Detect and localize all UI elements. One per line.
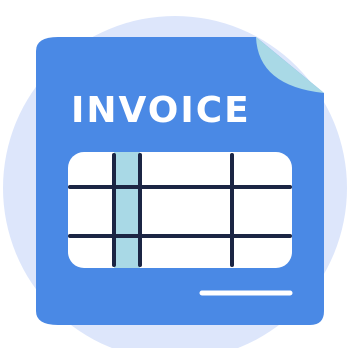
invoice-icon-illustration: INVOICE — [0, 0, 350, 348]
table-area — [68, 152, 292, 268]
document-title: INVOICE — [71, 90, 251, 131]
invoice-document-icon: INVOICE — [3, 16, 347, 348]
highlighted-column — [114, 152, 140, 268]
